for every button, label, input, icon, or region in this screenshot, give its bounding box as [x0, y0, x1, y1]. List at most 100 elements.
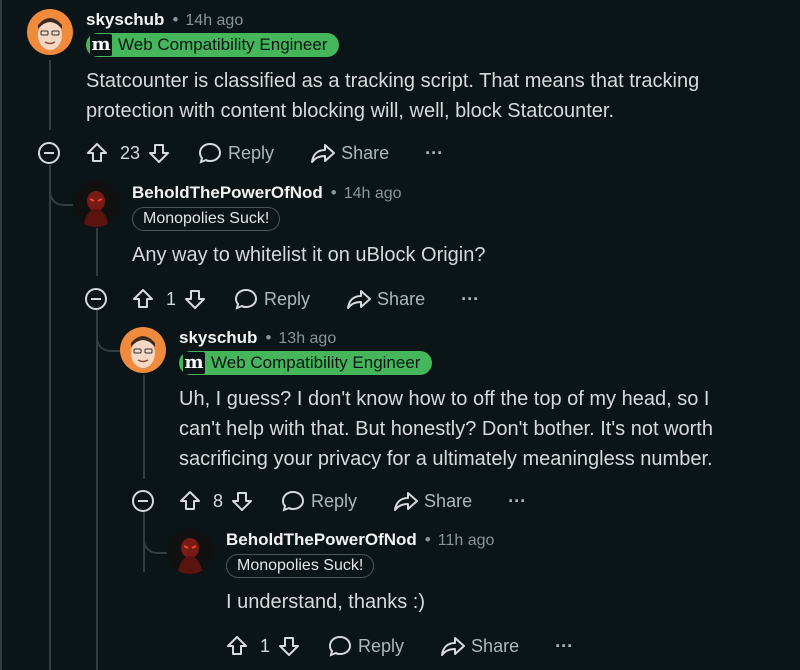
reply-label: Reply — [358, 635, 405, 656]
reply-button[interactable]: Reply — [328, 635, 404, 657]
thread-line-1 — [49, 60, 51, 130]
comment-line: sacrificing your privacy for a ultimatel… — [179, 448, 713, 470]
user-flair: Monopolies Suck! — [226, 554, 375, 578]
avatar-skyschub-icon — [120, 327, 166, 373]
downvote-icon — [232, 492, 253, 511]
collapse-icon[interactable] — [85, 288, 107, 310]
share-arrow-icon — [347, 290, 372, 309]
avatar[interactable] — [27, 9, 73, 55]
reply-label: Reply — [311, 490, 358, 511]
reply-button[interactable]: Reply — [281, 490, 357, 512]
vote-count: 23 — [120, 142, 141, 163]
avatar[interactable] — [73, 181, 119, 227]
author-name[interactable]: BeholdThePowerOfNod — [226, 530, 417, 549]
share-label: Share — [341, 142, 390, 163]
share-arrow-icon — [311, 144, 336, 163]
thread-line-2b — [96, 310, 98, 670]
vote-count: 8 — [213, 490, 224, 511]
share-button[interactable]: Share — [346, 288, 425, 310]
more-icon[interactable]: ··· — [555, 636, 573, 657]
user-flair: m Web Compatibility Engineer — [179, 351, 433, 375]
upvote-button[interactable] — [86, 142, 108, 164]
share-arrow-icon — [441, 637, 466, 656]
upvote-icon — [227, 636, 247, 655]
downvote-icon — [279, 637, 300, 656]
comment-line: Statcounter is classified as a tracking … — [86, 70, 700, 92]
reply-button[interactable]: Reply — [198, 142, 274, 164]
share-button[interactable]: Share — [310, 142, 389, 164]
downvote-icon — [149, 144, 170, 163]
comment-line: protection with content blocking will, w… — [86, 100, 615, 122]
reply-bubble-icon — [329, 635, 352, 657]
thread-line-root — [0, 0, 2, 670]
separator-dot: • — [424, 530, 431, 549]
upvote-button[interactable] — [179, 490, 201, 512]
share-arrow-icon — [394, 492, 419, 511]
author-name[interactable]: skyschub — [179, 328, 257, 347]
flair-text: Web Compatibility Engineer — [211, 353, 421, 372]
thread-elbow — [143, 528, 167, 554]
separator-dot: • — [330, 183, 337, 202]
avatar[interactable] — [167, 528, 213, 574]
share-label: Share — [424, 490, 473, 511]
separator-dot: • — [265, 328, 272, 347]
author-name[interactable]: skyschub — [86, 10, 164, 29]
comment-body: Uh, I guess? I don't know how to off the… — [179, 384, 713, 474]
timestamp[interactable]: 13h ago — [278, 330, 336, 347]
downvote-button[interactable] — [184, 288, 206, 310]
share-label: Share — [377, 288, 426, 309]
user-flair: m Web Compatibility Engineer — [86, 33, 340, 57]
vote-count: 1 — [260, 635, 271, 656]
comment-line: I understand, thanks :) — [226, 591, 426, 613]
reply-bubble-icon — [282, 490, 305, 512]
reply-bubble-icon — [235, 288, 258, 310]
share-button[interactable]: Share — [440, 635, 519, 657]
upvote-button[interactable] — [226, 635, 248, 657]
comment-actions: 1 Reply Share ··· — [132, 284, 479, 314]
comment-body: Statcounter is classified as a tracking … — [86, 66, 699, 126]
reply-bubble-icon — [199, 142, 222, 164]
comment-body: Any way to whitelist it on uBlock Origin… — [132, 240, 486, 270]
reply-button[interactable]: Reply — [234, 288, 310, 310]
flair-m-icon: m — [183, 352, 205, 374]
downvote-button[interactable] — [148, 142, 170, 164]
avatar-nod-icon — [167, 528, 213, 574]
timestamp[interactable]: 14h ago — [185, 12, 243, 29]
more-icon[interactable]: ··· — [425, 143, 443, 164]
comment-header: skyschub • 14h ago — [86, 10, 243, 30]
more-icon[interactable]: ··· — [461, 289, 479, 310]
collapse-icon[interactable] — [38, 142, 60, 164]
timestamp[interactable]: 11h ago — [438, 532, 495, 549]
downvote-button[interactable] — [231, 490, 253, 512]
more-icon[interactable]: ··· — [508, 491, 526, 512]
flair-text: Web Compatibility Engineer — [118, 35, 328, 54]
comment-line: Uh, I guess? I don't know how to off the… — [179, 388, 710, 410]
upvote-button[interactable] — [132, 288, 154, 310]
vote-count: 1 — [166, 288, 177, 309]
thread-line-3 — [143, 375, 145, 479]
downvote-icon — [185, 290, 206, 309]
downvote-button[interactable] — [278, 635, 300, 657]
share-label: Share — [471, 635, 520, 656]
reply-label: Reply — [228, 142, 275, 163]
comment-header: BeholdThePowerOfNod • 11h ago — [226, 530, 494, 550]
comment-header: BeholdThePowerOfNod • 14h ago — [132, 183, 402, 203]
avatar-nod-icon — [73, 181, 119, 227]
reply-label: Reply — [264, 288, 311, 309]
thread-line-1b — [49, 165, 51, 670]
thread-elbow — [49, 180, 73, 206]
upvote-icon — [133, 289, 153, 308]
comment-actions: 23 Reply Share ··· — [86, 138, 443, 168]
comment-line: can't help with that. But honestly? Don'… — [179, 418, 713, 440]
author-name[interactable]: BeholdThePowerOfNod — [132, 183, 323, 202]
share-button[interactable]: Share — [393, 490, 472, 512]
avatar[interactable] — [120, 327, 166, 373]
comment-line: Any way to whitelist it on uBlock Origin… — [132, 244, 486, 266]
upvote-icon — [180, 491, 200, 510]
comment-header: skyschub • 13h ago — [179, 328, 336, 348]
thread-elbow — [96, 326, 120, 352]
flair-m-icon: m — [90, 34, 112, 56]
user-flair: Monopolies Suck! — [132, 207, 281, 231]
collapse-icon[interactable] — [132, 490, 154, 512]
timestamp[interactable]: 14h ago — [344, 185, 402, 202]
